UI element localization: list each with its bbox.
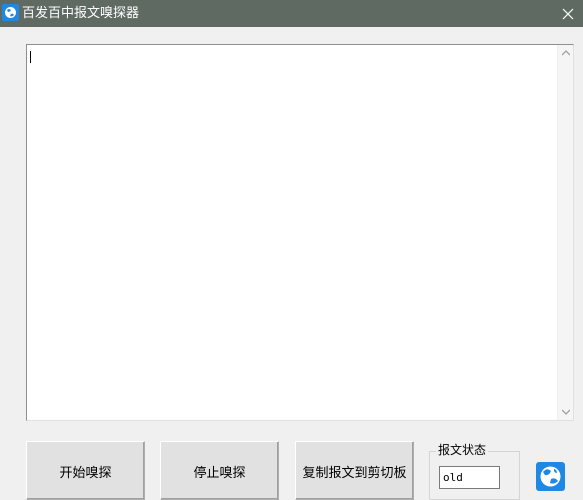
start-sniff-button[interactable]: 开始嗅探 [26, 441, 145, 500]
packet-status-label: 报文状态 [436, 443, 489, 457]
title-bar[interactable]: 百发百中报文嗅探器 [0, 0, 583, 27]
chevron-down-icon [562, 409, 570, 415]
packet-text-area[interactable] [26, 44, 574, 421]
vertical-scrollbar[interactable] [557, 45, 573, 420]
window-title: 百发百中报文嗅探器 [22, 6, 140, 21]
close-button[interactable] [553, 0, 583, 27]
close-icon [562, 8, 574, 19]
stop-sniff-button[interactable]: 停止嗅探 [160, 441, 279, 500]
main-window: 百发百中报文嗅探器 开始嗅探 停止嗅探 复制报文到剪切板 报文状态 old [0, 0, 583, 500]
app-globe-icon[interactable] [536, 462, 565, 491]
scroll-down-button[interactable] [558, 404, 574, 420]
chevron-up-icon [562, 50, 570, 56]
scroll-up-button[interactable] [558, 45, 574, 61]
packet-text [29, 47, 555, 418]
app-icon [2, 4, 19, 21]
packet-status-field[interactable]: old [439, 466, 500, 489]
copy-to-clipboard-button[interactable]: 复制报文到剪切板 [295, 441, 414, 500]
